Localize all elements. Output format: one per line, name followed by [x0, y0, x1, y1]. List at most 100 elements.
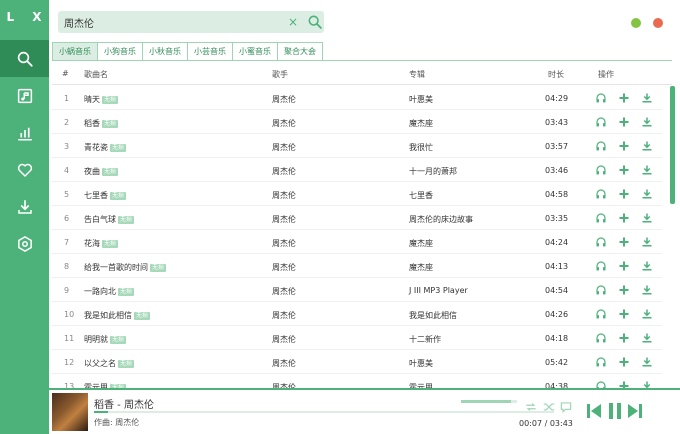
download-icon[interactable] — [641, 140, 653, 152]
headphones-icon[interactable] — [595, 188, 607, 200]
next-track-icon[interactable] — [627, 402, 643, 420]
download-icon[interactable] — [641, 380, 653, 388]
album-cell[interactable]: 十一月的萧邦 — [409, 166, 457, 177]
table-row[interactable]: 7 花海 无损 周杰伦 魔杰座 04:24 — [52, 230, 662, 254]
download-icon[interactable] — [641, 164, 653, 176]
table-row[interactable]: 1 晴天 无损 周杰伦 叶惠美 04:29 — [52, 86, 662, 110]
add-icon[interactable] — [618, 332, 630, 344]
table-row[interactable]: 12 以父之名 无损 周杰伦 叶惠美 05:42 — [52, 350, 662, 374]
previous-track-icon[interactable] — [586, 402, 602, 420]
nav-favorites[interactable] — [0, 151, 49, 188]
album-cell[interactable]: 十二新作 — [409, 334, 441, 345]
album-cell[interactable]: 叶惠美 — [409, 358, 433, 369]
headphones-icon[interactable] — [595, 356, 607, 368]
album-cell[interactable]: J III MP3 Player — [409, 286, 468, 295]
add-icon[interactable] — [618, 380, 630, 388]
table-row[interactable]: 3 青花瓷 无损 周杰伦 我很忙 03:57 — [52, 134, 662, 158]
add-icon[interactable] — [618, 164, 630, 176]
repeat-icon[interactable] — [524, 400, 538, 414]
artist-cell[interactable]: 周杰伦 — [272, 142, 296, 153]
album-cell[interactable]: 叶惠美 — [409, 94, 433, 105]
artist-cell[interactable]: 周杰伦 — [272, 94, 296, 105]
artist-cell[interactable]: 周杰伦 — [272, 118, 296, 129]
table-row[interactable]: 2 稻香 无损 周杰伦 魔杰座 03:43 — [52, 110, 662, 134]
scrollbar[interactable] — [670, 86, 675, 204]
add-icon[interactable] — [618, 212, 630, 224]
add-icon[interactable] — [618, 188, 630, 200]
artist-cell[interactable]: 周杰伦 — [272, 286, 296, 297]
minimize-button[interactable] — [631, 18, 641, 28]
artist-cell[interactable]: 周杰伦 — [272, 358, 296, 369]
headphones-icon[interactable] — [595, 164, 607, 176]
nav-song-list[interactable] — [0, 77, 49, 114]
headphones-icon[interactable] — [595, 284, 607, 296]
nav-downloads[interactable] — [0, 188, 49, 225]
search-input[interactable] — [64, 14, 264, 30]
add-icon[interactable] — [618, 140, 630, 152]
add-icon[interactable] — [618, 92, 630, 104]
artist-cell[interactable]: 周杰伦 — [272, 310, 296, 321]
headphones-icon[interactable] — [595, 332, 607, 344]
progress-bar[interactable] — [94, 411, 554, 413]
table-row[interactable]: 5 七里香 无损 周杰伦 七里香 04:58 — [52, 182, 662, 206]
tab-source[interactable]: 小秋音乐 — [142, 42, 187, 61]
nav-search[interactable] — [0, 40, 49, 77]
artist-cell[interactable]: 周杰伦 — [272, 214, 296, 225]
nav-settings[interactable] — [0, 225, 49, 262]
shuffle-icon[interactable] — [542, 400, 556, 414]
artist-cell[interactable]: 周杰伦 — [272, 262, 296, 273]
tab-source[interactable]: 小狗音乐 — [97, 42, 142, 61]
download-icon[interactable] — [641, 284, 653, 296]
tab-source[interactable]: 小蜗音乐 — [52, 42, 97, 61]
album-cell[interactable]: 魔杰座 — [409, 238, 433, 249]
artist-cell[interactable]: 周杰伦 — [272, 166, 296, 177]
headphones-icon[interactable] — [595, 116, 607, 128]
table-row[interactable]: 8 给我一首歌的时间 无损 周杰伦 魔杰座 04:13 — [52, 254, 662, 278]
album-cell[interactable]: 魔杰座 — [409, 262, 433, 273]
close-button[interactable] — [653, 18, 663, 28]
artist-cell[interactable]: 周杰伦 — [272, 190, 296, 201]
headphones-icon[interactable] — [595, 212, 607, 224]
table-row[interactable]: 4 夜曲 无损 周杰伦 十一月的萧邦 03:46 — [52, 158, 662, 182]
download-icon[interactable] — [641, 308, 653, 320]
album-cell[interactable]: 周杰伦的床边故事 — [409, 214, 473, 225]
table-row[interactable]: 13 霍元甲 无损 周杰伦 霍元甲 04:38 — [52, 374, 662, 388]
table-row[interactable]: 11 明明就 无损 周杰伦 十二新作 04:18 — [52, 326, 662, 350]
download-icon[interactable] — [641, 356, 653, 368]
headphones-icon[interactable] — [595, 140, 607, 152]
download-icon[interactable] — [641, 212, 653, 224]
tab-source[interactable]: 小芸音乐 — [187, 42, 232, 61]
comment-icon[interactable] — [559, 400, 573, 414]
clear-search-button[interactable]: × — [288, 14, 298, 30]
headphones-icon[interactable] — [595, 308, 607, 320]
tab-source[interactable]: 小蜜音乐 — [232, 42, 277, 61]
nav-leaderboard[interactable] — [0, 114, 49, 151]
download-icon[interactable] — [641, 116, 653, 128]
add-icon[interactable] — [618, 260, 630, 272]
volume-slider[interactable] — [461, 400, 517, 403]
download-icon[interactable] — [641, 188, 653, 200]
pause-icon[interactable] — [607, 402, 623, 420]
headphones-icon[interactable] — [595, 236, 607, 248]
add-icon[interactable] — [618, 284, 630, 296]
album-cell[interactable]: 我是如此相信 — [409, 310, 457, 321]
artist-cell[interactable]: 周杰伦 — [272, 238, 296, 249]
album-cell[interactable]: 七里香 — [409, 190, 433, 201]
album-cover[interactable] — [52, 393, 88, 431]
album-cell[interactable]: 我很忙 — [409, 142, 433, 153]
headphones-icon[interactable] — [595, 260, 607, 272]
add-icon[interactable] — [618, 356, 630, 368]
album-cell[interactable]: 魔杰座 — [409, 118, 433, 129]
headphones-icon[interactable] — [595, 92, 607, 104]
search-icon[interactable] — [307, 14, 323, 30]
download-icon[interactable] — [641, 92, 653, 104]
download-icon[interactable] — [641, 332, 653, 344]
table-row[interactable]: 9 一路向北 无损 周杰伦 J III MP3 Player 04:54 — [52, 278, 662, 302]
download-icon[interactable] — [641, 260, 653, 272]
download-icon[interactable] — [641, 236, 653, 248]
artist-cell[interactable]: 周杰伦 — [272, 334, 296, 345]
add-icon[interactable] — [618, 308, 630, 320]
table-row[interactable]: 10 我是如此相信 无损 周杰伦 我是如此相信 04:26 — [52, 302, 662, 326]
add-icon[interactable] — [618, 116, 630, 128]
tab-source[interactable]: 聚合大会 — [277, 42, 323, 61]
